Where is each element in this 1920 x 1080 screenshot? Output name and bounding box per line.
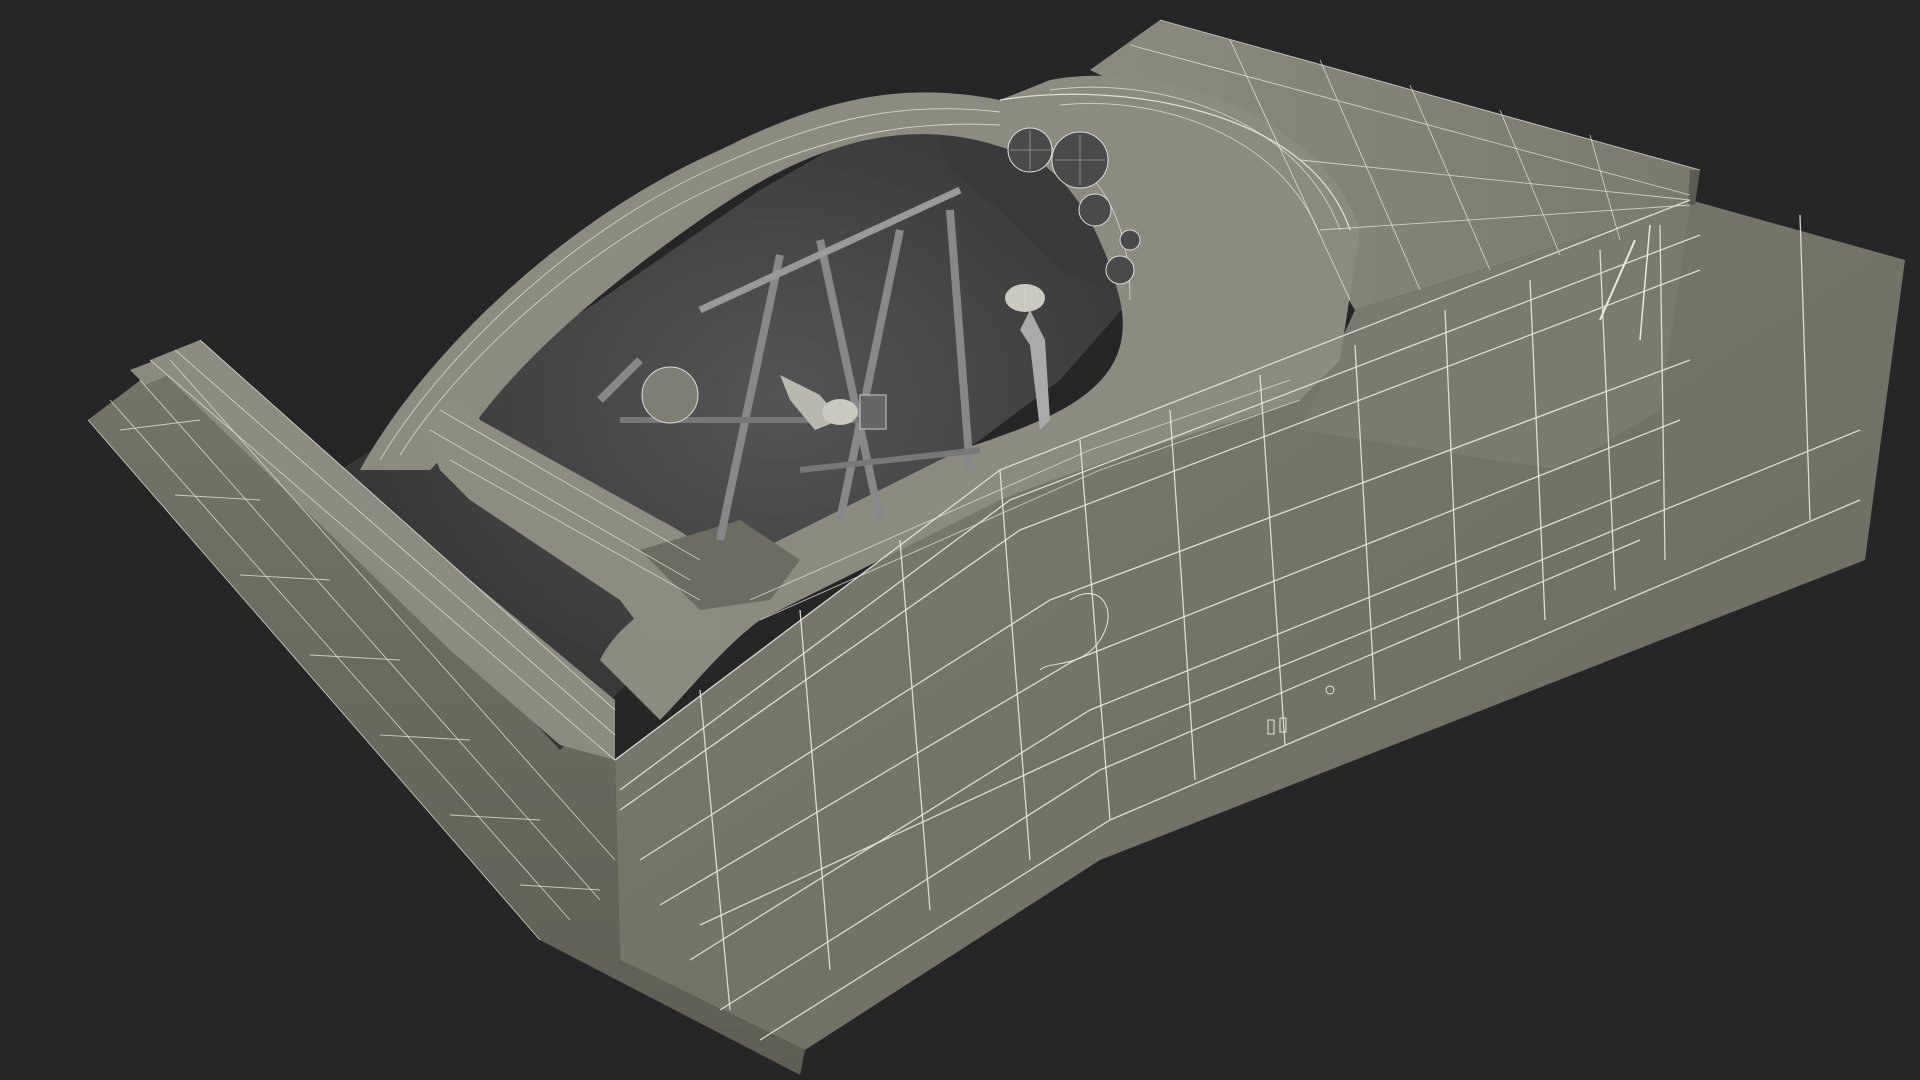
cockpit-wireframe-render bbox=[87, 19, 1905, 1075]
render-viewport bbox=[0, 0, 1920, 1080]
